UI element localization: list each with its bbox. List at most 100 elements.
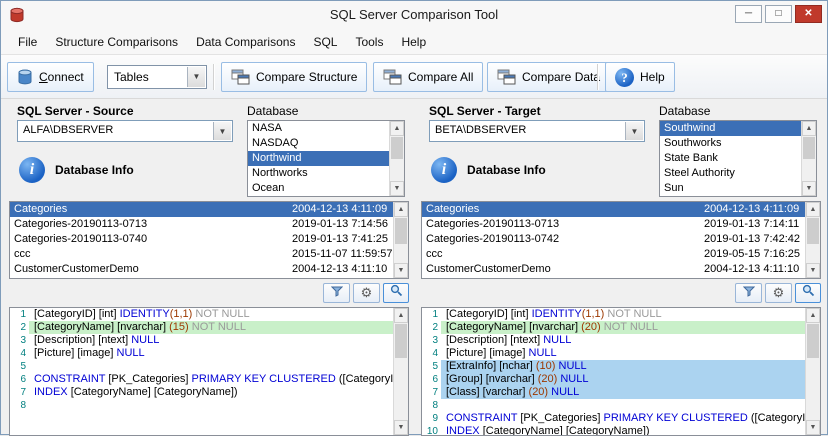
filter-button[interactable] [735,283,762,303]
sql-line: 9CONSTRAINT [PK_Categories] PRIMARY KEY … [422,412,805,425]
compare-structure-button[interactable]: Compare Structure [221,62,367,92]
table-row[interactable]: Categories-20190113-07132019-01-13 7:14:… [10,217,393,232]
settings-button[interactable]: ⚙ [353,283,380,303]
table-row[interactable]: Categories2004-12-13 4:11:09 [10,202,393,217]
database-list-item[interactable]: Northwind [248,151,389,166]
connect-button[interactable]: Connect [7,62,94,92]
filter-icon [331,285,343,297]
close-button[interactable]: ✕ [795,5,822,23]
database-list-item[interactable]: Steel Authority [660,166,801,181]
compare-windows-icon [497,69,516,85]
filter-button[interactable] [323,283,350,303]
database-list-item[interactable]: Northworks [248,166,389,181]
list-toolbar: ⚙ [421,283,821,305]
menu-item-data-comparisons[interactable]: Data Comparisons [187,31,304,53]
scrollbar-thumb[interactable] [395,218,407,244]
sql-line: 4[Picture] [image] NULL [422,347,805,360]
search-button[interactable] [383,283,409,303]
dropdown-arrow-icon[interactable]: ▼ [625,122,643,140]
sql-line: 2[CategoryName] [nvarchar] (15) NOT NULL [10,321,393,334]
scroll-down-icon[interactable]: ▼ [802,181,816,196]
help-button[interactable]: ? Help [605,62,675,92]
menu-item-structure-comparisons[interactable]: Structure Comparisons [46,31,187,53]
menu-item-tools[interactable]: Tools [346,31,392,53]
search-icon [390,284,403,297]
table-row[interactable]: CustomerCustomerDemo2004-12-13 4:11:10 [422,262,805,277]
source-pane: SQL Server - Source Database ALFA\DBSERV… [9,99,413,436]
scroll-down-icon[interactable]: ▼ [390,181,404,196]
database-list-item[interactable]: Sun [660,181,801,196]
info-icon: i [19,157,45,183]
scroll-up-icon[interactable]: ▲ [802,121,816,136]
gear-icon: ⚙ [361,285,373,300]
scroll-up-icon[interactable]: ▲ [806,202,820,217]
search-button[interactable] [795,283,821,303]
scroll-down-icon[interactable]: ▼ [394,420,408,435]
table-list-scrollbar[interactable]: ▲ ▼ [805,202,820,278]
menu-item-sql[interactable]: SQL [304,31,346,53]
sql-scrollbar[interactable]: ▲ ▼ [805,308,820,435]
table-list: Categories2004-12-13 4:11:09Categories-2… [10,202,393,278]
settings-button[interactable]: ⚙ [765,283,792,303]
scroll-down-icon[interactable]: ▼ [806,263,820,278]
scrollbar-thumb[interactable] [807,218,819,244]
table-row[interactable]: Categories-20190113-07422019-01-13 7:42:… [422,232,805,247]
sql-line: 5 [10,360,393,373]
server-combobox[interactable]: ALFA\DBSERVER ▼ [17,120,233,142]
table-list-scrollbar[interactable]: ▲ ▼ [393,202,408,278]
dropdown-arrow-icon[interactable]: ▼ [187,67,205,87]
database-list-item[interactable]: Southworks [660,136,801,151]
table-listbox: Categories2004-12-13 4:11:09Categories-2… [9,201,409,279]
scroll-down-icon[interactable]: ▼ [806,420,820,435]
scroll-down-icon[interactable]: ▼ [394,263,408,278]
scroll-up-icon[interactable]: ▲ [394,202,408,217]
database-info-button[interactable]: i Database Info [431,157,546,183]
compare-all-button[interactable]: Compare All [373,62,483,92]
database-list-item[interactable]: NASA [248,121,389,136]
table-row[interactable]: ccc2019-05-15 7:16:25 [422,247,805,262]
scrollbar-thumb[interactable] [803,137,815,159]
server-value: ALFA\DBSERVER [18,121,232,139]
table-row[interactable]: Categories-20190113-07402019-01-13 7:41:… [10,232,393,247]
target-pane: SQL Server - Target Database BETA\DBSERV… [421,99,825,436]
object-type-select[interactable]: Tables ▼ [107,65,207,89]
database-list-item[interactable]: NASDAQ [248,136,389,151]
scroll-up-icon[interactable]: ▲ [390,121,404,136]
sql-line: 1[CategoryID] [int] IDENTITY(1,1) NOT NU… [422,308,805,321]
dropdown-arrow-icon[interactable]: ▼ [213,122,231,140]
connect-button-label: Connect [39,70,84,84]
scrollbar-thumb[interactable] [807,324,819,358]
pane-header: SQL Server - Target [429,104,541,118]
minimize-button[interactable]: ─ [735,5,762,23]
maximize-button[interactable]: □ [765,5,792,23]
database-list-scrollbar[interactable]: ▲ ▼ [389,121,404,196]
database-list: SouthwindSouthworksState BankSteel Autho… [660,121,801,196]
table-row[interactable]: CustomerCustomerDemo2004-12-13 4:11:10 [10,262,393,277]
menu-item-file[interactable]: File [9,31,46,53]
table-row[interactable]: Categories2004-12-13 4:11:09 [422,202,805,217]
table-row[interactable]: ccc2015-11-07 11:59:57 [10,247,393,262]
menu-item-help[interactable]: Help [392,31,435,53]
help-icon: ? [615,68,634,87]
sql-scrollbar[interactable]: ▲ ▼ [393,308,408,435]
database-list-scrollbar[interactable]: ▲ ▼ [801,121,816,196]
main-area: SQL Server - Source Database ALFA\DBSERV… [1,99,827,434]
sql-line: 1[CategoryID] [int] IDENTITY(1,1) NOT NU… [10,308,393,321]
sql-script-panel: 1[CategoryID] [int] IDENTITY(1,1) NOT NU… [9,307,409,436]
compare-data-button[interactable]: Compare Data [487,62,610,92]
table-row[interactable]: Categories-20190113-07132019-01-13 7:14:… [422,217,805,232]
database-list-item[interactable]: State Bank [660,151,801,166]
database-info-button[interactable]: i Database Info [19,157,134,183]
scrollbar-thumb[interactable] [395,324,407,358]
compare-data-label: Compare Data [522,70,600,84]
titlebar: SQL Server Comparison Tool ─ □ ✕ [1,1,827,29]
scroll-up-icon[interactable]: ▲ [394,308,408,323]
sql-line: 8 [422,399,805,412]
scrollbar-thumb[interactable] [391,137,403,159]
database-list-item[interactable]: Ocean [248,181,389,196]
server-combobox[interactable]: BETA\DBSERVER ▼ [429,120,645,142]
table-listbox: Categories2004-12-13 4:11:09Categories-2… [421,201,821,279]
database-list-item[interactable]: Southwind [660,121,801,136]
scroll-up-icon[interactable]: ▲ [806,308,820,323]
table-list: Categories2004-12-13 4:11:09Categories-2… [422,202,805,278]
